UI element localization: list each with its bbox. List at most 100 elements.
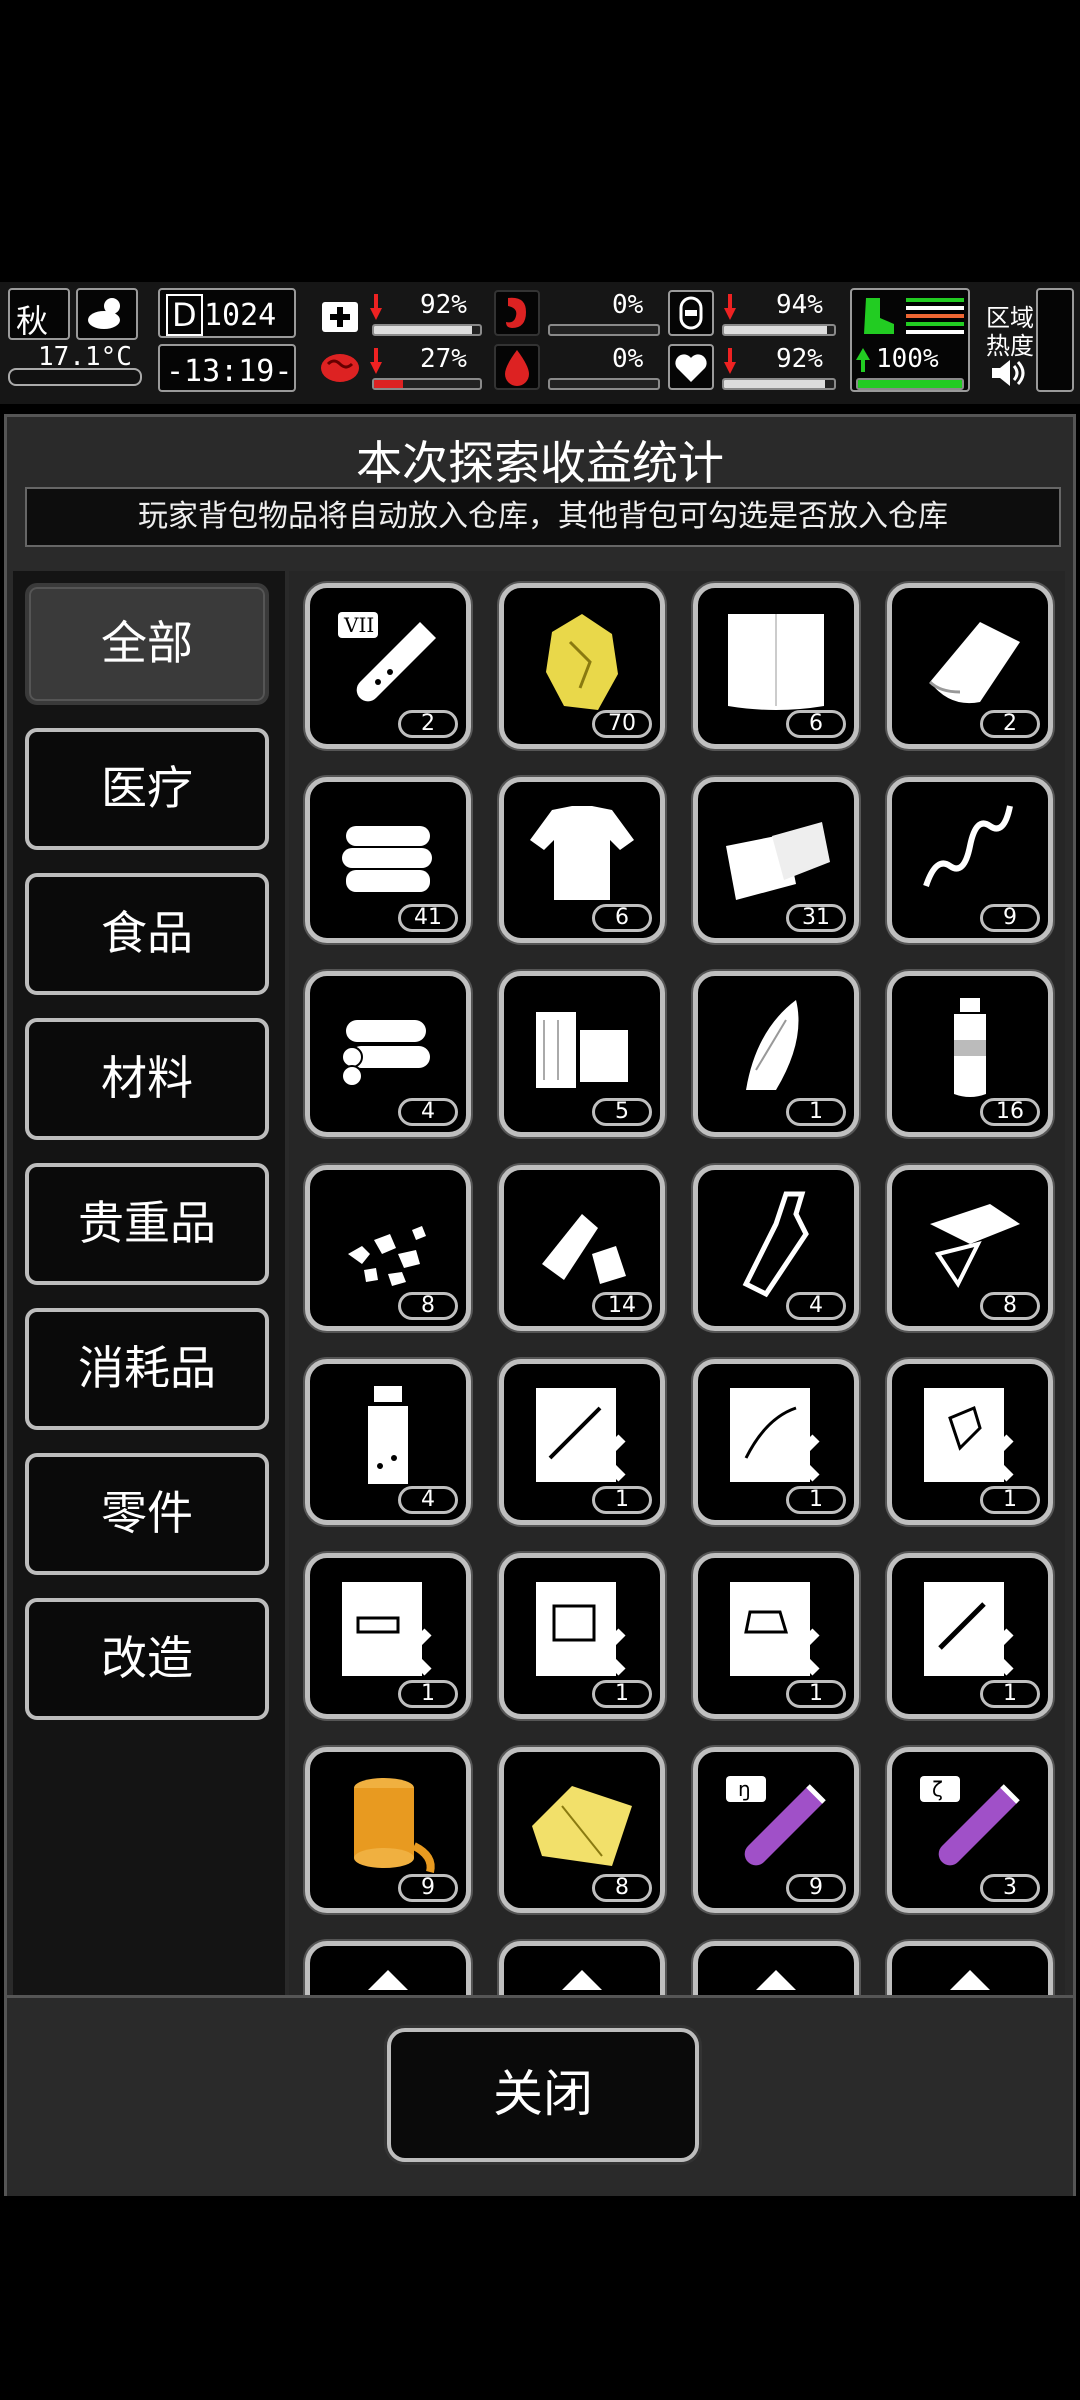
- day-box: D 1024: [158, 288, 296, 338]
- thirst-bar: [548, 378, 660, 390]
- item-slot[interactable]: 31: [693, 777, 859, 943]
- item-slot[interactable]: 4: [693, 1165, 859, 1331]
- category-tab-0[interactable]: 全部: [25, 583, 269, 705]
- item-count-badge: 9: [980, 904, 1040, 932]
- armor-down-arrow: [724, 294, 736, 320]
- item-slot[interactable]: 14: [499, 1165, 665, 1331]
- thirst-percent: 0%: [612, 344, 644, 374]
- item-count-badge: 4: [398, 1486, 458, 1514]
- partial-item-icon: [368, 1970, 408, 1990]
- item-slot[interactable]: 1: [887, 1553, 1053, 1719]
- close-button[interactable]: 关闭: [387, 2028, 699, 2162]
- item-slot[interactable]: VII 2: [305, 583, 471, 749]
- item-count-badge: 1: [980, 1486, 1040, 1514]
- item-slot[interactable]: [499, 1941, 665, 1995]
- item-slot[interactable]: 1: [499, 1359, 665, 1525]
- svg-text:ζ: ζ: [932, 1777, 943, 1801]
- category-sidebar: 全部医疗食品材料贵重品消耗品零件改造: [13, 571, 285, 1995]
- mood-down-arrow: [724, 348, 736, 374]
- item-count-badge: 1: [786, 1486, 846, 1514]
- item-slot[interactable]: 6: [499, 777, 665, 943]
- item-slot[interactable]: 1: [887, 1359, 1053, 1525]
- item-count-badge: 1: [592, 1486, 652, 1514]
- stomach-icon: [494, 290, 540, 336]
- item-slot[interactable]: 1: [693, 1553, 859, 1719]
- item-slot[interactable]: 1: [499, 1553, 665, 1719]
- item-count-badge: 2: [980, 710, 1040, 738]
- blueprint-grip-icon: [924, 1388, 1014, 1482]
- item-slot[interactable]: ζ3: [887, 1747, 1053, 1913]
- category-tab-3[interactable]: 材料: [25, 1018, 269, 1140]
- stamina-up-arrow: [856, 348, 870, 372]
- zone-heat-meter: [1036, 288, 1074, 392]
- category-tab-5[interactable]: 消耗品: [25, 1308, 269, 1430]
- medicine-bottle-icon: [368, 1386, 408, 1484]
- item-count-badge: 8: [398, 1292, 458, 1320]
- item-slot[interactable]: ŋ9: [693, 1747, 859, 1913]
- item-slot[interactable]: 41: [305, 777, 471, 943]
- panel-title: 本次探索收益统计: [356, 436, 724, 490]
- category-tab-6[interactable]: 零件: [25, 1453, 269, 1575]
- item-slot[interactable]: 9: [887, 777, 1053, 943]
- item-slot[interactable]: 4: [305, 1359, 471, 1525]
- mood-bar-fill: [724, 380, 826, 388]
- clock-time: -13:19-: [166, 354, 293, 389]
- day-icon: D: [166, 294, 203, 336]
- item-slot[interactable]: 9: [305, 1747, 471, 1913]
- partial-item-icon: [756, 1970, 796, 1990]
- item-slot[interactable]: 70: [499, 583, 665, 749]
- item-slot[interactable]: [887, 1941, 1053, 1995]
- panel-subtitle: 玩家背包物品将自动放入仓库，其他背包可勾选是否放入仓库: [25, 487, 1061, 547]
- health-bar: [372, 324, 482, 336]
- category-tab-7[interactable]: 改造: [25, 1598, 269, 1720]
- item-slot[interactable]: 8: [499, 1747, 665, 1913]
- stamina-bar-fill: [858, 380, 962, 388]
- armor-bar: [722, 324, 836, 336]
- health-percent: 92%: [420, 290, 467, 320]
- item-grid[interactable]: VII 2 70 6 2 41 6 31 9 4 5 1 16 8 14 4 8 4 1 1 1 1 1 1 1 9 8 ŋ 9 ζ 3: [289, 571, 1065, 1995]
- stamina-stripes: [906, 298, 964, 334]
- item-slot[interactable]: 2: [887, 583, 1053, 749]
- item-count-badge: 1: [398, 1680, 458, 1708]
- logs-icon: [341, 1020, 430, 1087]
- health-down-arrow: [370, 294, 382, 320]
- cloth-sheet-icon: [728, 614, 824, 710]
- season-box: 秋: [8, 288, 70, 340]
- item-slot[interactable]: [305, 1941, 471, 1995]
- partial-item-icon: [562, 1970, 602, 1990]
- item-slot[interactable]: 1: [693, 971, 859, 1137]
- item-slot[interactable]: 8: [887, 1165, 1053, 1331]
- item-count-badge: 3: [980, 1874, 1040, 1902]
- weather-icon: [76, 288, 138, 340]
- category-tab-4[interactable]: 贵重品: [25, 1163, 269, 1285]
- clock-box: -13:19-: [158, 344, 296, 392]
- brain-icon: [318, 348, 362, 388]
- item-slot[interactable]: 8: [305, 1165, 471, 1331]
- item-slot[interactable]: 16: [887, 971, 1053, 1137]
- season-label: 秋: [16, 302, 49, 340]
- item-slot[interactable]: 6: [693, 583, 859, 749]
- item-slot[interactable]: 1: [693, 1359, 859, 1525]
- speaker-icon[interactable]: [990, 358, 1026, 388]
- item-count-badge: 41: [398, 904, 458, 932]
- item-count-badge: 70: [592, 710, 652, 738]
- fabric-pieces-icon: [726, 822, 830, 900]
- item-count-badge: 9: [786, 1874, 846, 1902]
- zone-heat-label-2: 热度: [986, 332, 1034, 360]
- category-tab-2[interactable]: 食品: [25, 873, 269, 995]
- item-slot[interactable]: [693, 1941, 859, 1995]
- mood-bar: [722, 378, 836, 390]
- armor-percent: 94%: [776, 290, 823, 320]
- item-slot[interactable]: 4: [305, 971, 471, 1137]
- partial-item-icon: [950, 1970, 990, 1990]
- item-slot[interactable]: 1: [305, 1553, 471, 1719]
- panel-footer: 关闭: [7, 1995, 1073, 2196]
- tape-roll-icon: [354, 1778, 435, 1873]
- item-count-badge: 14: [592, 1292, 652, 1320]
- torn-shirt-icon: [530, 806, 634, 900]
- item-count-badge: 16: [980, 1098, 1040, 1126]
- vial-purple-2-icon: ζ: [920, 1776, 1020, 1866]
- category-tab-1[interactable]: 医疗: [25, 728, 269, 850]
- boot-icon: [864, 298, 894, 334]
- item-slot[interactable]: 5: [499, 971, 665, 1137]
